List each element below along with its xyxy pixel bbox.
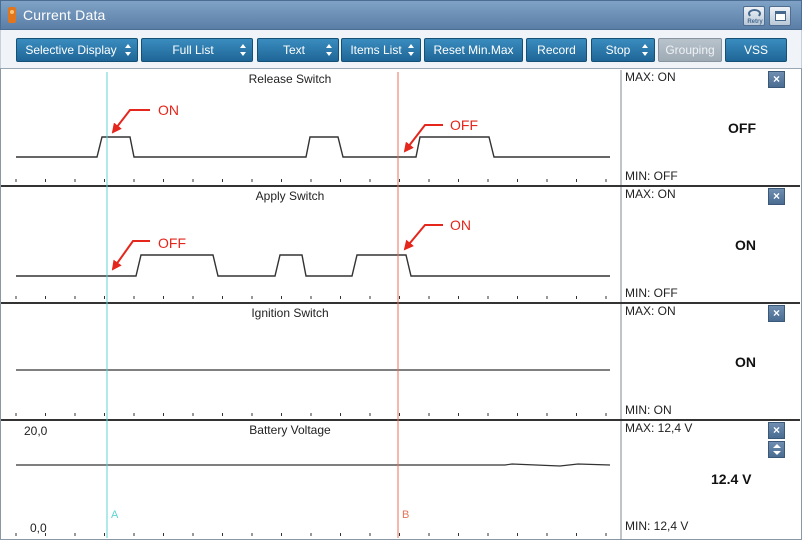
release-switch-trace: [16, 136, 610, 158]
spinner-icon: [408, 44, 415, 56]
reset-min-max-button[interactable]: Reset Min.Max: [424, 38, 523, 62]
window-title-bar: Current Data Retry: [0, 0, 802, 30]
arrow-release-off: [403, 124, 443, 153]
graph-dividers: [1, 185, 800, 421]
apply-switch-close-button[interactable]: ×: [768, 188, 785, 205]
arrow-release-on: [111, 109, 150, 134]
apply-switch-value: ON: [735, 237, 756, 253]
stop-button[interactable]: Stop: [591, 38, 655, 62]
selective-display-button[interactable]: Selective Display: [16, 38, 138, 62]
release-switch-max: MAX: ON: [625, 70, 676, 84]
release-switch-value: OFF: [728, 120, 756, 136]
restore-icon: [775, 11, 786, 21]
items-list-button[interactable]: Items List: [341, 38, 421, 62]
cursor-a-label: A: [111, 509, 119, 521]
retry-button[interactable]: Retry: [743, 6, 765, 26]
apply-switch-trace: [16, 254, 610, 277]
annotation-release-on: ON: [158, 102, 179, 118]
graph-title-ignition-switch: Ignition Switch: [251, 306, 329, 320]
annotation-apply-on: ON: [450, 217, 471, 233]
graph-area: [1, 70, 800, 540]
items-list-label: Items List: [350, 43, 402, 57]
grouping-label: Grouping: [665, 43, 715, 57]
ignition-switch-value: ON: [735, 354, 756, 370]
release-switch-close-button[interactable]: ×: [768, 71, 785, 88]
record-button[interactable]: Record: [526, 38, 587, 62]
release-switch-min: MIN: OFF: [625, 169, 678, 183]
full-list-label: Full List: [172, 43, 214, 57]
spinner-icon: [240, 44, 247, 56]
window-title: Current Data: [23, 7, 106, 23]
reset-min-max-label: Reset Min.Max: [433, 43, 514, 57]
grouping-button[interactable]: Grouping: [658, 38, 722, 62]
ignition-switch-max: MAX: ON: [625, 304, 676, 318]
vss-label: VSS: [743, 43, 768, 57]
spinner-icon: [125, 44, 132, 56]
stop-label: Stop: [605, 43, 631, 57]
voltage-y-max-label: 20,0: [24, 424, 48, 438]
retry-label: Retry: [747, 19, 763, 25]
app-icon: [8, 7, 16, 23]
graph-title-apply-switch: Apply Switch: [255, 189, 325, 203]
voltage-y-min-label: 0,0: [30, 521, 47, 535]
annotation-apply-off: OFF: [158, 235, 186, 251]
graph-title-battery-voltage: Battery Voltage: [249, 423, 331, 437]
text-button[interactable]: Text: [257, 38, 339, 62]
battery-voltage-scale-button[interactable]: [768, 441, 785, 458]
cursor-b-label: B: [402, 509, 410, 521]
close-icon: ×: [772, 72, 780, 86]
spinner-icon: [326, 44, 333, 56]
battery-voltage-close-button[interactable]: ×: [768, 422, 785, 439]
battery-voltage-max: MAX: 12,4 V: [625, 421, 693, 435]
text-label: Text: [282, 43, 305, 57]
battery-voltage-value: 12.4 V: [711, 471, 752, 487]
battery-voltage-min: MIN: 12,4 V: [625, 519, 689, 533]
battery-voltage-trace: [16, 463, 611, 467]
toolbar: Selective Display Full List Text Items L…: [0, 30, 802, 68]
close-icon: ×: [772, 423, 780, 437]
restore-window-button[interactable]: [769, 6, 791, 26]
close-icon: ×: [772, 306, 780, 320]
spinner-icon: [642, 44, 649, 56]
annotation-release-off: OFF: [450, 117, 478, 133]
ignition-switch-min: MIN: ON: [625, 403, 672, 417]
record-label: Record: [537, 43, 576, 57]
apply-switch-max: MAX: ON: [625, 187, 676, 201]
selective-display-label: Selective Display: [25, 43, 117, 57]
tick-marks: [15, 179, 607, 536]
full-list-button[interactable]: Full List: [141, 38, 253, 62]
graph-title-release-switch: Release Switch: [248, 72, 332, 86]
arrow-apply-on: [403, 224, 443, 251]
apply-switch-min: MIN: OFF: [625, 286, 678, 300]
ignition-switch-close-button[interactable]: ×: [768, 305, 785, 322]
vss-button[interactable]: VSS: [725, 38, 787, 62]
close-icon: ×: [772, 189, 780, 203]
retry-icon: [748, 9, 761, 18]
